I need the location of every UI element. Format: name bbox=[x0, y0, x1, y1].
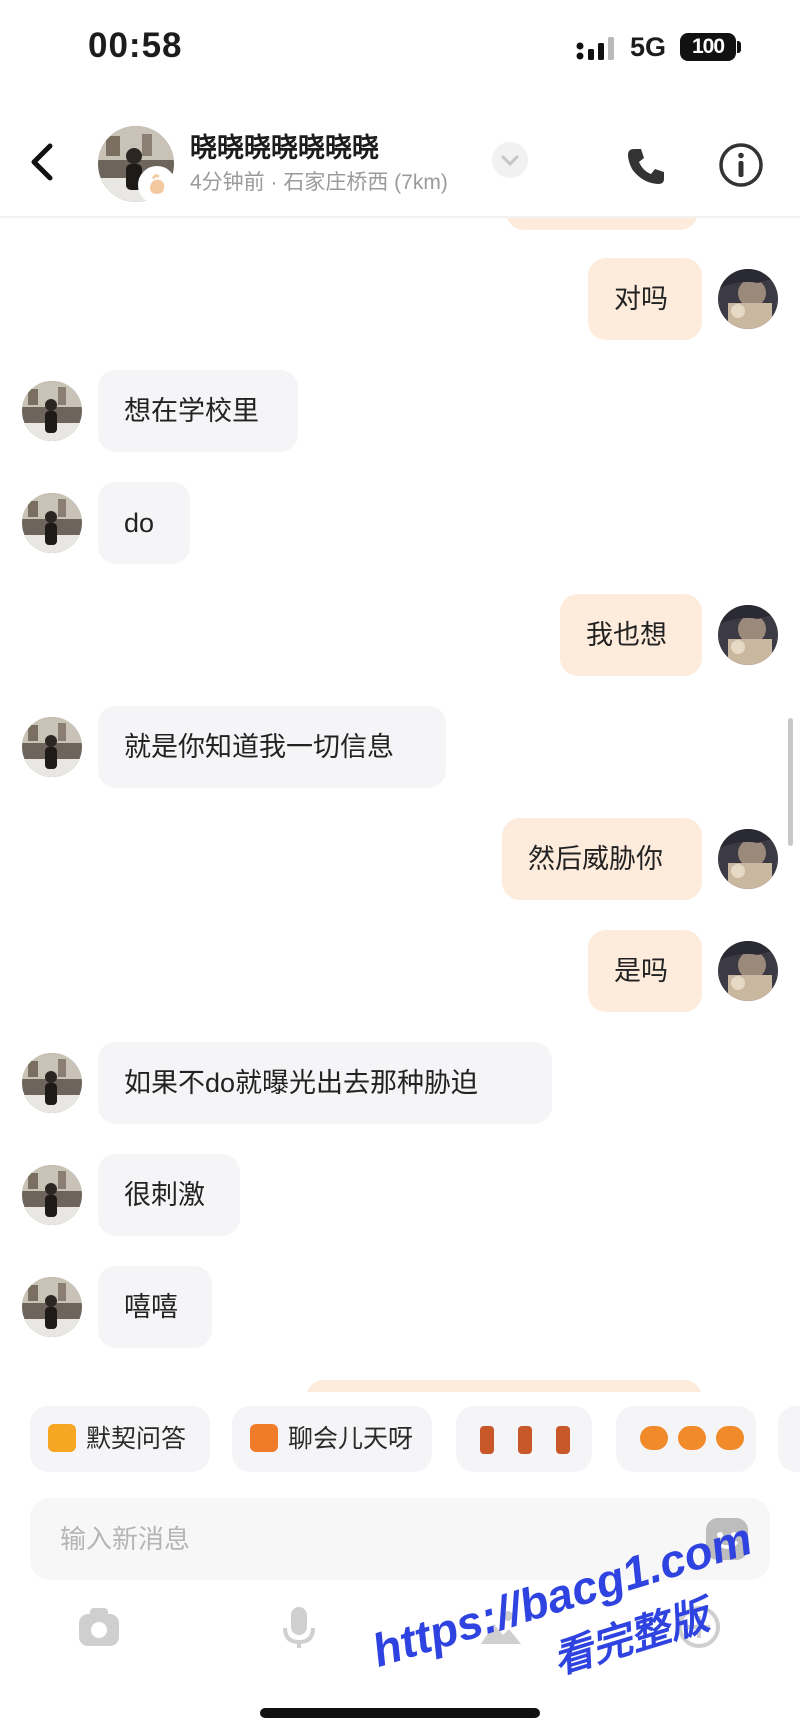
chevron-down-icon[interactable] bbox=[492, 142, 528, 178]
contact-avatar[interactable] bbox=[22, 381, 82, 441]
contact-avatar[interactable] bbox=[22, 1165, 82, 1225]
outgoing-message-bubble[interactable]: 然后威胁你 bbox=[502, 818, 702, 900]
outgoing-message-bubble[interactable]: 我也想 bbox=[560, 594, 702, 676]
contact-avatar[interactable] bbox=[22, 1053, 82, 1113]
info-icon[interactable] bbox=[718, 142, 764, 188]
socks-sticker-icon bbox=[556, 1426, 570, 1454]
home-indicator[interactable] bbox=[260, 1708, 540, 1718]
gesture-badge-icon bbox=[138, 166, 176, 204]
chat-header: 晓晓晓晓晓晓晓 4分钟前 · 石家庄桥西 (7km) bbox=[0, 110, 800, 218]
quick-reply-label: 默契问答 bbox=[86, 1425, 187, 1453]
emoji-icon[interactable] bbox=[706, 1518, 748, 1560]
pencil-note-icon bbox=[48, 1424, 76, 1452]
quick-reply-label: 聊会儿天呀 bbox=[288, 1425, 414, 1453]
my-avatar[interactable] bbox=[718, 269, 778, 329]
incoming-message-bubble[interactable]: 想在学校里 bbox=[98, 370, 298, 452]
plus-circle-icon[interactable] bbox=[676, 1604, 722, 1650]
chat-face-icon bbox=[250, 1424, 278, 1452]
cat-sticker-icon bbox=[716, 1426, 744, 1450]
my-avatar[interactable] bbox=[718, 941, 778, 1001]
outgoing-message-bubble[interactable]: 对吗 bbox=[588, 258, 702, 340]
message-input-placeholder: 输入新消息 bbox=[60, 1524, 191, 1554]
socks-sticker-icon bbox=[518, 1426, 532, 1454]
microphone-icon[interactable] bbox=[276, 1604, 322, 1650]
incoming-message-bubble[interactable]: do bbox=[98, 482, 190, 564]
camera-icon[interactable] bbox=[76, 1604, 122, 1650]
contact-avatar[interactable] bbox=[22, 717, 82, 777]
cat-sticker-icon bbox=[640, 1426, 668, 1450]
quick-reply-chip[interactable] bbox=[456, 1406, 592, 1472]
image-icon[interactable] bbox=[478, 1604, 524, 1650]
quick-reply-chip[interactable] bbox=[616, 1406, 756, 1472]
incoming-message-bubble[interactable]: 嘻嘻 bbox=[98, 1266, 212, 1348]
contact-name[interactable]: 晓晓晓晓晓晓晓 bbox=[190, 126, 379, 165]
composer-panel: 默契问答 聊会儿天呀 输入新消息 https://bacg1.com 看完整版 bbox=[0, 1392, 800, 1733]
incoming-message-bubble[interactable]: 如果不do就曝光出去那种胁迫 bbox=[98, 1042, 552, 1124]
quick-reply-chip[interactable]: 默契问答 bbox=[30, 1406, 210, 1472]
socks-sticker-icon bbox=[480, 1426, 494, 1454]
contact-avatar[interactable] bbox=[22, 493, 82, 553]
incoming-message-bubble[interactable]: 就是你知道我一切信息 bbox=[98, 706, 446, 788]
contact-avatar[interactable] bbox=[22, 1277, 82, 1337]
chevron-left-icon[interactable] bbox=[22, 140, 62, 184]
contact-status: 4分钟前 · 石家庄桥西 (7km) bbox=[190, 171, 448, 194]
incoming-message-bubble[interactable]: 很刺激 bbox=[98, 1154, 240, 1236]
quick-reply-chip-partial[interactable] bbox=[778, 1406, 800, 1472]
scrollbar[interactable] bbox=[788, 718, 793, 846]
my-avatar[interactable] bbox=[718, 829, 778, 889]
cat-sticker-icon bbox=[678, 1426, 706, 1450]
phone-icon[interactable] bbox=[624, 144, 668, 188]
message-input[interactable]: 输入新消息 bbox=[30, 1498, 770, 1580]
my-avatar[interactable] bbox=[718, 605, 778, 665]
outgoing-message-bubble[interactable]: 是吗 bbox=[588, 930, 702, 1012]
quick-reply-chip[interactable]: 聊会儿天呀 bbox=[232, 1406, 432, 1472]
